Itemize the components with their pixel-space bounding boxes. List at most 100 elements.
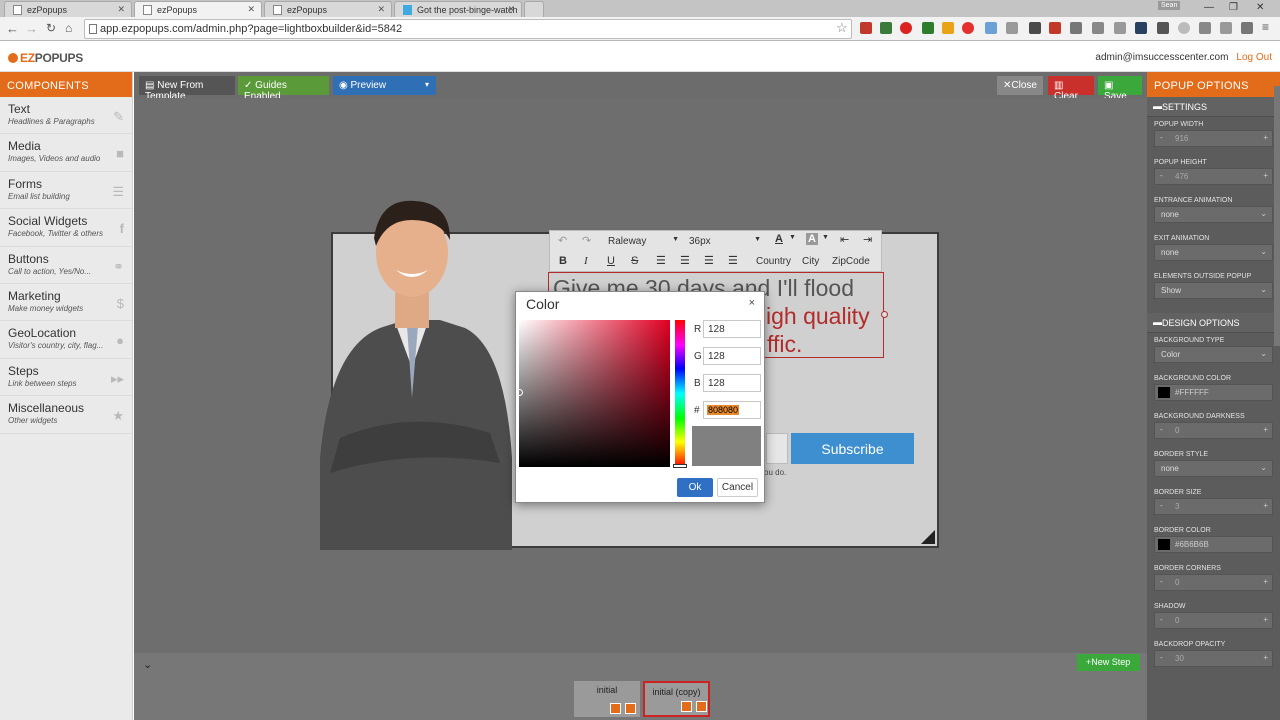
plus-icon[interactable]: + xyxy=(1263,425,1268,434)
trash-icon[interactable] xyxy=(696,701,707,712)
redo-icon[interactable]: ↷ xyxy=(582,234,591,247)
component-steps[interactable]: Steps Link between steps ▸▸ xyxy=(0,359,132,397)
exit-animation-select[interactable]: none ⌄ xyxy=(1154,244,1273,261)
font-family-select[interactable]: Raleway ▼ xyxy=(605,234,682,249)
extension-icon[interactable] xyxy=(1114,22,1126,34)
undo-icon[interactable]: ↶ xyxy=(558,234,567,247)
preview-button[interactable]: ◉ Preview ▾ xyxy=(333,76,436,95)
bold-icon[interactable]: B xyxy=(559,255,567,267)
saturation-brightness-field[interactable] xyxy=(519,320,670,467)
underline-icon[interactable]: U xyxy=(607,255,615,267)
bookmark-star-icon[interactable]: ☆ xyxy=(836,20,848,36)
extension-icon[interactable] xyxy=(1220,22,1232,34)
home-icon[interactable]: ⌂ xyxy=(65,21,72,35)
minimize-icon[interactable]: — xyxy=(1204,2,1214,13)
url-input[interactable]: app.ezpopups.com/admin.php?page=lightbox… xyxy=(84,19,852,39)
plus-icon[interactable]: + xyxy=(1263,171,1268,180)
component-text[interactable]: Text Headlines & Paragraphs ✎ xyxy=(0,97,132,135)
minus-icon[interactable]: - xyxy=(1160,501,1163,510)
align-left-icon[interactable]: ☰ xyxy=(656,254,666,267)
entrance-animation-select[interactable]: none ⌄ xyxy=(1154,206,1273,223)
pinterest-icon[interactable] xyxy=(962,22,974,34)
extension-icon[interactable] xyxy=(1092,22,1104,34)
shadow-input[interactable]: - 0 + xyxy=(1154,612,1273,629)
component-geolocation[interactable]: GeoLocation Visitor's country, city, flag… xyxy=(0,321,132,359)
resize-handle-icon[interactable] xyxy=(921,530,935,544)
background-type-select[interactable]: Color ⌄ xyxy=(1154,346,1273,363)
component-media[interactable]: Media Images, Videos and audio ■ xyxy=(0,134,132,172)
hue-slider[interactable] xyxy=(675,320,685,467)
popup-width-input[interactable]: - 916 + xyxy=(1154,130,1273,147)
close-icon[interactable]: ✕ xyxy=(247,4,255,15)
logout-link[interactable]: Log Out xyxy=(1236,52,1272,63)
extension-icon[interactable] xyxy=(1178,22,1190,34)
color-swatch[interactable] xyxy=(1158,539,1170,550)
ok-button[interactable]: Ok xyxy=(677,478,713,497)
subscribe-button[interactable]: Subscribe xyxy=(791,433,914,464)
caret-down-icon[interactable]: ▾ xyxy=(425,80,429,89)
popup-height-input[interactable]: - 476 + xyxy=(1154,168,1273,185)
extension-icon[interactable] xyxy=(1070,22,1082,34)
extension-icon[interactable] xyxy=(942,22,954,34)
close-icon[interactable]: × xyxy=(749,297,755,309)
zipcode-tag-button[interactable]: ZipCode xyxy=(832,256,870,267)
chevron-down-icon[interactable]: ⌄ xyxy=(143,658,152,671)
close-icon[interactable]: ✕ xyxy=(507,4,515,15)
backdrop-opacity-input[interactable]: - 30 + xyxy=(1154,650,1273,667)
restore-icon[interactable]: ❐ xyxy=(1229,2,1238,13)
design-options-section-header[interactable]: ▬ DESIGN OPTIONS xyxy=(1147,313,1280,333)
green-input[interactable]: 128 xyxy=(703,347,761,365)
outdent-icon[interactable]: ⇤ xyxy=(840,233,849,246)
reload-icon[interactable]: ↻ xyxy=(46,21,56,35)
italic-icon[interactable]: I xyxy=(584,255,588,267)
extension-icon[interactable] xyxy=(860,22,872,34)
new-step-button[interactable]: +New Step xyxy=(1077,654,1140,671)
guides-enabled-button[interactable]: ✓ Guides Enabled xyxy=(238,76,329,102)
clear-button[interactable]: ▥ Clear xyxy=(1048,76,1094,102)
close-icon[interactable]: ✕ xyxy=(377,4,385,15)
elements-outside-popup-select[interactable]: Show ⌄ xyxy=(1154,282,1273,299)
copy-icon[interactable] xyxy=(610,703,621,714)
plus-icon[interactable]: + xyxy=(1263,577,1268,586)
extension-icon[interactable] xyxy=(900,22,912,34)
minus-icon[interactable]: - xyxy=(1160,133,1163,142)
component-social-widgets[interactable]: Social Widgets Facebook, Twitter & others… xyxy=(0,209,132,247)
browser-tab[interactable]: ezPopups ✕ xyxy=(264,1,392,17)
plus-icon[interactable]: + xyxy=(1263,653,1268,662)
extension-icon[interactable] xyxy=(985,22,997,34)
browser-tab[interactable]: Got the post-binge-watch ✕ xyxy=(394,1,522,17)
trash-icon[interactable] xyxy=(625,703,636,714)
close-icon[interactable]: ✕ xyxy=(117,4,125,15)
extension-icon[interactable] xyxy=(880,22,892,34)
businessman-image[interactable] xyxy=(300,198,520,550)
back-icon[interactable]: ← xyxy=(6,21,19,36)
plus-icon[interactable]: + xyxy=(1263,133,1268,142)
hue-slider-handle[interactable] xyxy=(673,464,687,468)
extension-icon[interactable] xyxy=(1135,22,1147,34)
step-tab-active[interactable]: initial (copy) xyxy=(643,681,710,717)
new-tab-button[interactable] xyxy=(524,1,544,17)
component-miscellaneous[interactable]: Miscellaneous Other widgets ★ xyxy=(0,396,132,434)
ezpopups-logo[interactable]: EZPOPUPS xyxy=(8,51,83,65)
copy-icon[interactable] xyxy=(681,701,692,712)
minus-icon[interactable]: - xyxy=(1160,615,1163,624)
menu-icon[interactable]: ≡ xyxy=(1262,20,1269,34)
plus-icon[interactable]: + xyxy=(1263,501,1268,510)
border-corners-input[interactable]: - 0 + xyxy=(1154,574,1273,591)
close-button[interactable]: ✕Close xyxy=(997,76,1043,95)
caret-down-icon[interactable]: ▼ xyxy=(822,234,829,241)
font-color-icon[interactable]: A xyxy=(775,233,783,245)
forward-icon[interactable]: → xyxy=(25,21,38,36)
minus-icon[interactable]: - xyxy=(1160,653,1163,662)
background-darkness-input[interactable]: - 0 + xyxy=(1154,422,1273,439)
caret-down-icon[interactable]: ▼ xyxy=(789,234,796,241)
step-tab[interactable]: initial xyxy=(574,681,640,717)
extension-icon[interactable] xyxy=(1029,22,1041,34)
align-right-icon[interactable]: ☰ xyxy=(704,254,714,267)
resize-handle-icon[interactable] xyxy=(881,311,888,318)
extension-icon[interactable] xyxy=(1199,22,1211,34)
browser-tab[interactable]: ezPopups ✕ xyxy=(4,1,132,17)
extension-icon[interactable] xyxy=(1157,22,1169,34)
background-color-input[interactable]: #FFFFFF xyxy=(1154,384,1273,401)
component-marketing[interactable]: Marketing Make money widgets $ xyxy=(0,284,132,322)
